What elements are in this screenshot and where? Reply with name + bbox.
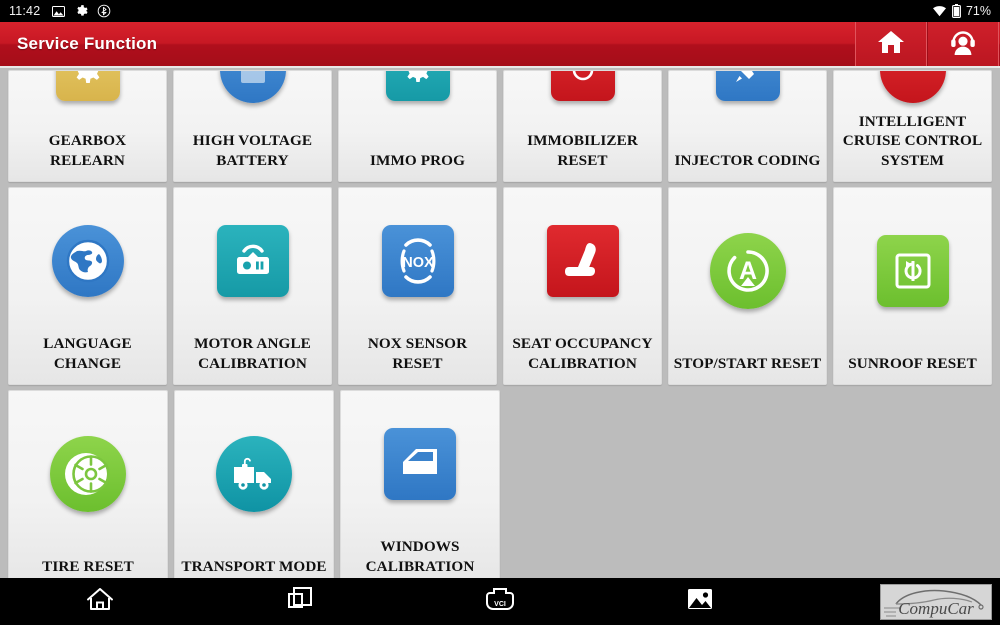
tile-label: SEAT OCCUPANCY CALIBRATION: [512, 335, 653, 372]
support-button[interactable]: [927, 22, 999, 66]
sunroof-reset-icon: [834, 188, 991, 354]
tile-language-change[interactable]: LANGUAGE CHANGE: [8, 187, 167, 385]
tile-label: IMMOBILIZER RESET: [527, 132, 638, 169]
grid-empty-slot: [506, 390, 664, 588]
tile-label: IMMO PROG: [370, 151, 465, 169]
tile-label: INTELLIGENT CRUISE CONTROL SYSTEM: [842, 112, 983, 169]
system-nav-bar: VCI CompuCar: [0, 578, 1000, 625]
svg-text:NOX: NOX: [402, 255, 434, 271]
grid-empty-slot: [670, 390, 828, 588]
tile-intelligent-cruise-control[interactable]: INTELLIGENT CRUISE CONTROL SYSTEM: [833, 70, 992, 182]
tile-high-voltage-battery[interactable]: HIGH VOLTAGE BATTERY: [173, 70, 332, 182]
nav-home[interactable]: [0, 578, 200, 625]
home-button[interactable]: [855, 22, 927, 66]
status-right-icons: 71%: [932, 4, 991, 18]
tile-immobilizer-reset[interactable]: IMMOBILIZER RESET: [503, 70, 662, 182]
svg-text:VCI: VCI: [494, 601, 506, 608]
gear-icon: [74, 4, 88, 18]
recent-apps-icon: [287, 586, 313, 617]
bluetooth-icon: [97, 4, 111, 18]
seat-occupancy-calibration-icon: [504, 188, 661, 334]
tile-nox-sensor-reset[interactable]: NOX NOX SENSOR RESET: [338, 187, 497, 385]
motor-angle-calibration-icon: [174, 188, 331, 334]
nox-sensor-reset-icon: NOX: [339, 188, 496, 334]
nav-vci[interactable]: VCI: [400, 578, 600, 625]
tire-reset-icon: [9, 391, 167, 557]
high-voltage-battery-icon: [174, 71, 331, 131]
immobilizer-reset-icon: [504, 71, 661, 131]
tile-gearbox-relearn[interactable]: GEARBOX RELEARN: [8, 70, 167, 182]
title-bar: Service Function: [0, 22, 1000, 68]
grid-row-2: LANGUAGE CHANGE MOTOR ANGLE CALIBRATION …: [8, 187, 992, 385]
tile-label: STOP/START RESET: [673, 354, 822, 372]
immo-prog-icon: [339, 71, 496, 151]
home-outline-icon: [86, 586, 114, 617]
tile-windows-calibration[interactable]: WINDOWS CALIBRATION: [340, 390, 500, 588]
injector-coding-icon: [669, 71, 826, 151]
tile-tire-reset[interactable]: TIRE RESET: [8, 390, 168, 588]
intelligent-cruise-control-icon: [834, 71, 991, 112]
tablet-screen: 11:42 71% Service Function GEARBOX RELEA…: [0, 0, 1000, 625]
tile-label: HIGH VOLTAGE BATTERY: [192, 132, 313, 169]
tile-label: NOX SENSOR RESET: [367, 335, 468, 372]
service-function-grid: GEARBOX RELEARN HIGH VOLTAGE BATTERY IMM…: [0, 70, 1000, 588]
title-bar-actions: [855, 22, 999, 66]
tile-label: MOTOR ANGLE CALIBRATION: [194, 335, 311, 372]
tile-sunroof-reset[interactable]: SUNROOF RESET: [833, 187, 992, 385]
page-title: Service Function: [17, 34, 158, 53]
windows-calibration-icon: [341, 391, 499, 537]
tile-label: GEARBOX RELEARN: [48, 132, 127, 169]
status-bar: 11:42 71%: [0, 0, 1000, 22]
battery-percent: 71%: [965, 4, 991, 18]
tile-label: LANGUAGE CHANGE: [43, 335, 132, 372]
photo-icon: [52, 5, 66, 17]
nav-screenshot[interactable]: [600, 578, 800, 625]
status-left-icons: [52, 4, 111, 18]
vci-icon: VCI: [483, 586, 517, 617]
image-icon: [687, 588, 713, 615]
grid-row-3: TIRE RESET TRANSPORT MODE WINDOWS CALIBR…: [8, 390, 992, 588]
svg-text:A: A: [738, 257, 756, 285]
tile-label: SUNROOF RESET: [848, 354, 977, 372]
tile-seat-occupancy-calibration[interactable]: SEAT OCCUPANCY CALIBRATION: [503, 187, 662, 385]
status-time: 11:42: [9, 4, 41, 18]
headset-icon: [949, 28, 977, 61]
gearbox-relearn-icon: [9, 71, 166, 131]
tile-injector-coding[interactable]: INJECTOR CODING: [668, 70, 827, 182]
battery-icon: [952, 4, 961, 18]
transport-mode-icon: [175, 391, 333, 557]
tile-immo-prog[interactable]: IMMO PROG: [338, 70, 497, 182]
stop-start-reset-icon: A: [669, 188, 826, 354]
compucar-logo: CompuCar: [880, 584, 992, 620]
wifi-icon: [932, 5, 947, 17]
tile-label: INJECTOR CODING: [674, 151, 821, 169]
language-change-icon: [9, 188, 166, 334]
home-icon: [877, 29, 905, 60]
tile-motor-angle-calibration[interactable]: MOTOR ANGLE CALIBRATION: [173, 187, 332, 385]
grid-empty-slot: [834, 390, 992, 588]
tile-transport-mode[interactable]: TRANSPORT MODE: [174, 390, 334, 588]
nav-recents[interactable]: [200, 578, 400, 625]
grid-row-1: GEARBOX RELEARN HIGH VOLTAGE BATTERY IMM…: [8, 70, 992, 182]
tile-stop-start-reset[interactable]: A STOP/START RESET: [668, 187, 827, 385]
compucar-logo-text: CompuCar: [898, 599, 974, 618]
